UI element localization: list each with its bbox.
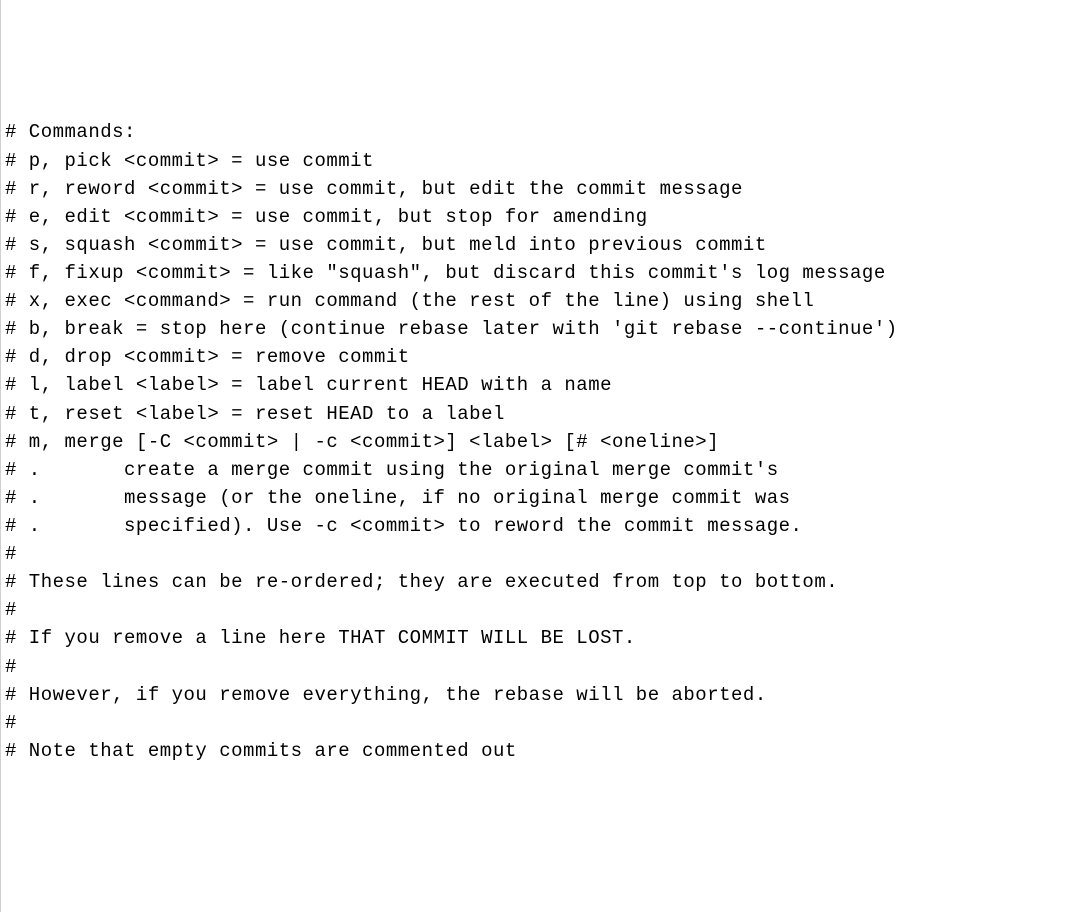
comment-line: # bbox=[5, 653, 1084, 681]
comment-line: # . create a merge commit using the orig… bbox=[5, 456, 1084, 484]
comment-line: # . specified). Use -c <commit> to rewor… bbox=[5, 512, 1084, 540]
git-rebase-help-text: # Commands:# p, pick <commit> = use comm… bbox=[5, 118, 1084, 765]
comment-line: # b, break = stop here (continue rebase … bbox=[5, 315, 1084, 343]
comment-line: # Note that empty commits are commented … bbox=[5, 737, 1084, 765]
comment-line: # r, reword <commit> = use commit, but e… bbox=[5, 175, 1084, 203]
comment-line: # e, edit <commit> = use commit, but sto… bbox=[5, 203, 1084, 231]
comment-line: # l, label <label> = label current HEAD … bbox=[5, 371, 1084, 399]
comment-line: # f, fixup <commit> = like "squash", but… bbox=[5, 259, 1084, 287]
comment-line: # These lines can be re-ordered; they ar… bbox=[5, 568, 1084, 596]
comment-line: # s, squash <commit> = use commit, but m… bbox=[5, 231, 1084, 259]
comment-line: # bbox=[5, 709, 1084, 737]
comment-line: # If you remove a line here THAT COMMIT … bbox=[5, 624, 1084, 652]
comment-line: # m, merge [-C <commit> | -c <commit>] <… bbox=[5, 428, 1084, 456]
comment-line: # t, reset <label> = reset HEAD to a lab… bbox=[5, 400, 1084, 428]
comment-line: # Commands: bbox=[5, 118, 1084, 146]
comment-line: # d, drop <commit> = remove commit bbox=[5, 343, 1084, 371]
comment-line: # . message (or the oneline, if no origi… bbox=[5, 484, 1084, 512]
comment-line: # bbox=[5, 540, 1084, 568]
comment-line: # x, exec <command> = run command (the r… bbox=[5, 287, 1084, 315]
comment-line: # bbox=[5, 596, 1084, 624]
comment-line: # p, pick <commit> = use commit bbox=[5, 147, 1084, 175]
comment-line: # However, if you remove everything, the… bbox=[5, 681, 1084, 709]
